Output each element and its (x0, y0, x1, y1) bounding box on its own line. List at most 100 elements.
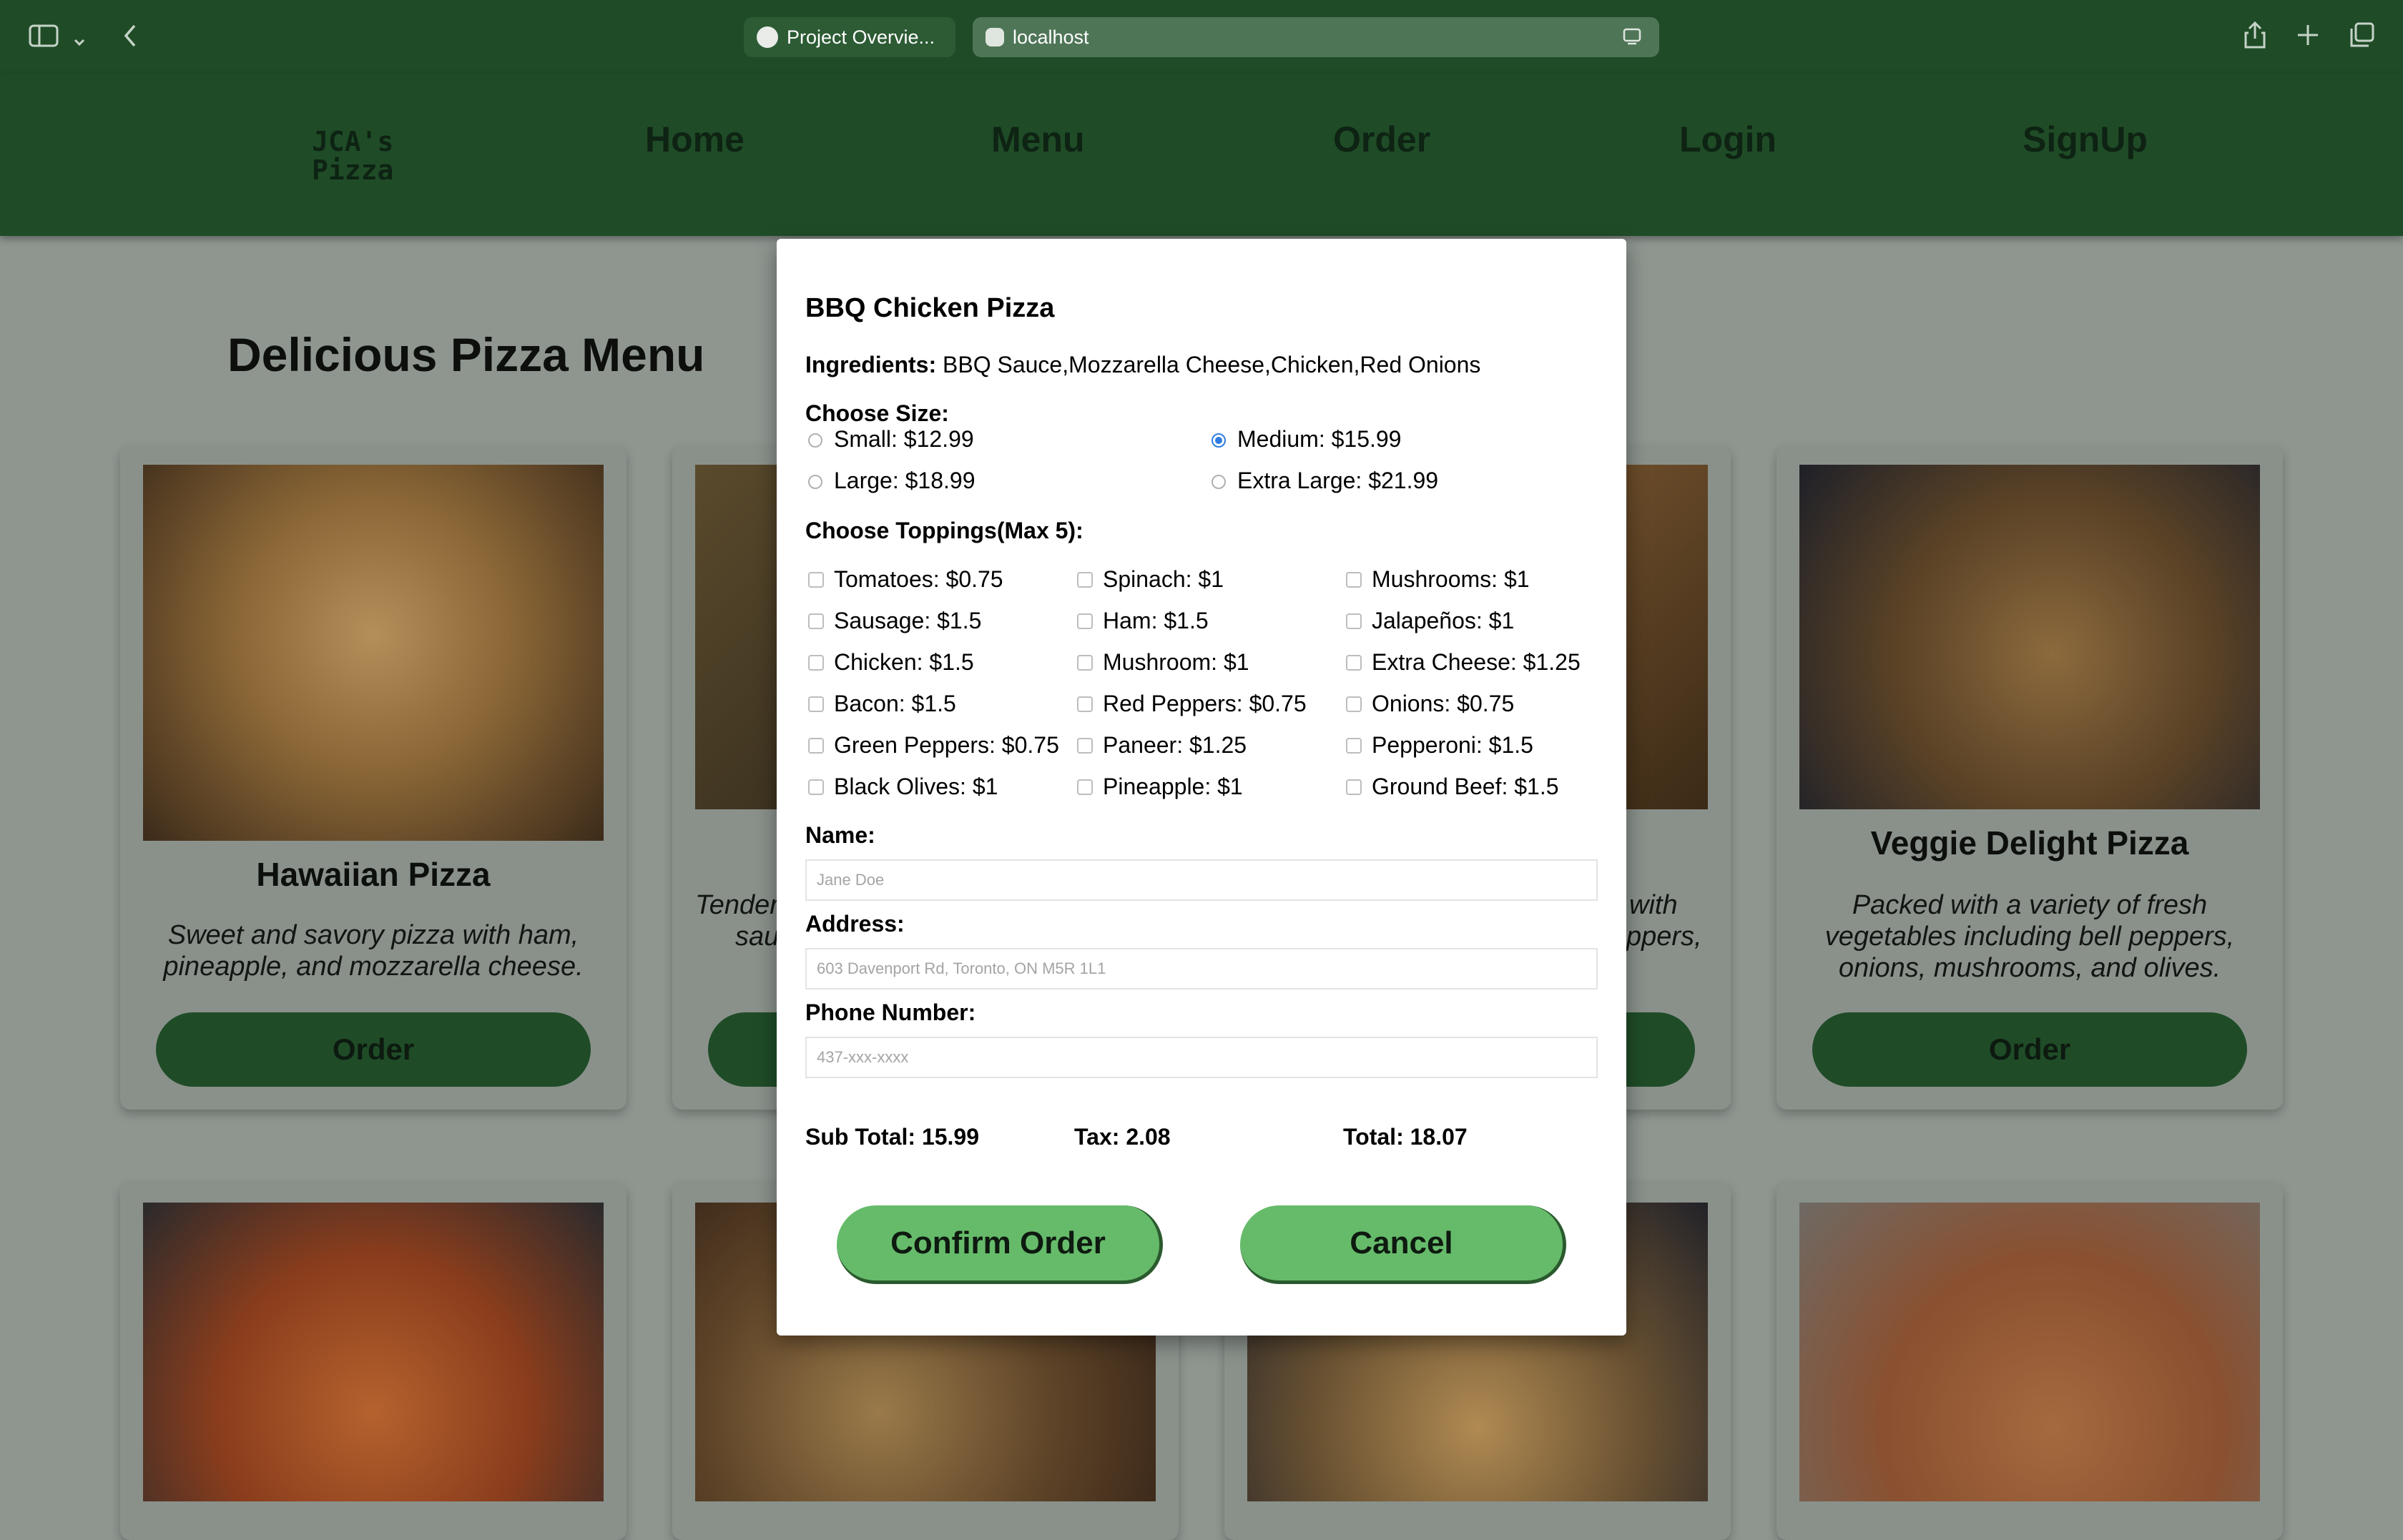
card-desc-line: ppers, (1626, 922, 1702, 952)
pizza-image (1799, 465, 2260, 809)
tax-text: Tax: 2.08 (1074, 1124, 1171, 1150)
nav-login[interactable]: Login (1679, 119, 1777, 160)
close-tab-icon[interactable] (986, 28, 1004, 46)
nav-menu[interactable]: Menu (991, 119, 1085, 160)
phone-input[interactable] (805, 1037, 1598, 1078)
topping-label: Ground Beef: $1.5 (1372, 774, 1559, 799)
total-text: Total: 18.07 (1343, 1124, 1468, 1150)
site-logo[interactable]: JCA's Pizza (312, 127, 398, 184)
chevron-down-icon[interactable] (73, 27, 86, 51)
nav-order[interactable]: Order (1333, 119, 1430, 160)
card-title: Hawaiian Pizza (256, 856, 491, 893)
nav-signup[interactable]: SignUp (2023, 119, 2148, 160)
topping-checkbox[interactable] (808, 655, 824, 671)
topping-label: Sausage: $1.5 (834, 608, 982, 633)
topping-label: Jalapeños: $1 (1372, 608, 1515, 633)
ingredients-line: Ingredients: BBQ Sauce,Mozzarella Cheese… (805, 352, 1480, 378)
tab-project-overview[interactable]: Project Overvie... (744, 17, 955, 57)
size-medium-radio[interactable] (1212, 433, 1226, 448)
address-label: Address: (805, 911, 905, 937)
topping-label: Paneer: $1.25 (1103, 732, 1247, 758)
topping-checkbox[interactable] (1346, 779, 1362, 795)
pizza-image (1799, 1203, 2260, 1501)
size-label: Choose Size: (805, 400, 949, 426)
topping-label: Black Olives: $1 (834, 774, 998, 799)
size-small-radio[interactable] (808, 433, 822, 448)
card-description: Tender sau (695, 889, 781, 952)
ingredients-value: BBQ Sauce,Mozzarella Cheese,Chicken,Red … (943, 352, 1481, 377)
tab-localhost[interactable]: localhost (973, 17, 1659, 57)
topping-checkbox[interactable] (1077, 696, 1093, 712)
topping-checkbox[interactable] (1346, 738, 1362, 754)
topping-label: Pepperoni: $1.5 (1372, 732, 1533, 758)
card-title: Veggie Delight Pizza (1870, 824, 2189, 862)
name-input[interactable] (805, 859, 1598, 901)
name-label: Name: (805, 822, 875, 848)
topping-checkbox[interactable] (808, 572, 824, 588)
browser-toolbar: Project Overvie... localhost (0, 0, 2403, 74)
tab-label: localhost (1013, 26, 1089, 48)
cancel-button[interactable]: Cancel (1240, 1205, 1566, 1284)
pizza-image (143, 1203, 604, 1501)
card-desc-line: vegetables including bell peppers, (1824, 922, 2235, 952)
topping-label: Chicken: $1.5 (834, 649, 974, 675)
topping-checkbox[interactable] (808, 738, 824, 754)
card-description: Sweet and savory pizza with ham, pineapp… (136, 919, 611, 982)
phone-label: Phone Number: (805, 999, 976, 1025)
topping-checkbox[interactable] (1077, 655, 1093, 671)
topping-label: Spinach: $1 (1103, 566, 1224, 592)
topping-label: Mushroom: $1 (1103, 649, 1249, 675)
topping-checkbox[interactable] (1346, 613, 1362, 629)
order-button[interactable]: Order (1812, 1012, 2247, 1087)
topping-label: Red Peppers: $0.75 (1103, 691, 1307, 716)
back-icon[interactable] (122, 23, 139, 53)
topping-checkbox[interactable] (1346, 696, 1362, 712)
card-desc-line: with (1629, 890, 1678, 920)
card-desc-line: pineapple, and mozzarella cheese. (163, 952, 584, 982)
tab-label: Project Overvie... (787, 26, 935, 48)
toppings-label: Choose Toppings(Max 5): (805, 518, 1083, 543)
size-extra-large-label: Extra Large: $21.99 (1237, 468, 1439, 493)
topping-label: Tomatoes: $0.75 (834, 566, 1003, 592)
favicon-icon (757, 26, 778, 48)
card-desc-line: Packed with a variety of fresh (1852, 890, 2208, 920)
topping-checkbox[interactable] (1077, 779, 1093, 795)
ingredients-label: Ingredients: (805, 352, 937, 377)
pizza-image (143, 465, 604, 841)
topping-checkbox[interactable] (1077, 572, 1093, 588)
logo-line: JCA's (312, 126, 394, 157)
modal-title: BBQ Chicken Pizza (805, 293, 1055, 323)
size-extra-large-radio[interactable] (1212, 475, 1226, 489)
topping-label: Ham: $1.5 (1103, 608, 1209, 633)
size-medium-label: Medium: $15.99 (1237, 426, 1402, 452)
reader-icon[interactable] (1622, 27, 1642, 52)
topping-checkbox[interactable] (808, 613, 824, 629)
topping-checkbox[interactable] (1077, 613, 1093, 629)
share-icon[interactable] (2243, 20, 2267, 54)
order-button[interactable]: Order (156, 1012, 591, 1087)
nav-home[interactable]: Home (645, 119, 745, 160)
pizza-image (695, 465, 781, 809)
logo-line: Pizza (312, 154, 394, 186)
topping-checkbox[interactable] (1077, 738, 1093, 754)
topping-checkbox[interactable] (1346, 655, 1362, 671)
new-tab-icon[interactable] (2296, 23, 2320, 51)
topping-checkbox[interactable] (808, 696, 824, 712)
sidebar-toggle-icon[interactable] (29, 24, 59, 51)
topping-label: Mushrooms: $1 (1372, 566, 1530, 592)
size-large-label: Large: $18.99 (834, 468, 976, 493)
topping-checkbox[interactable] (808, 779, 824, 795)
size-large-radio[interactable] (808, 475, 822, 489)
pizza-image (1626, 465, 1708, 809)
topping-label: Pineapple: $1 (1103, 774, 1243, 799)
order-modal: BBQ Chicken Pizza Ingredients: BBQ Sauce… (777, 239, 1626, 1336)
topping-label: Onions: $0.75 (1372, 691, 1515, 716)
subtotal-text: Sub Total: 15.99 (805, 1124, 980, 1150)
topping-checkbox[interactable] (1346, 572, 1362, 588)
confirm-order-button[interactable]: Confirm Order (837, 1205, 1163, 1284)
topping-label: Green Peppers: $0.75 (834, 732, 1059, 758)
address-input[interactable] (805, 948, 1598, 989)
tab-overview-icon[interactable] (2349, 21, 2376, 53)
topping-label: Extra Cheese: $1.25 (1372, 649, 1581, 675)
card-description: with ppers, (1626, 889, 1715, 952)
